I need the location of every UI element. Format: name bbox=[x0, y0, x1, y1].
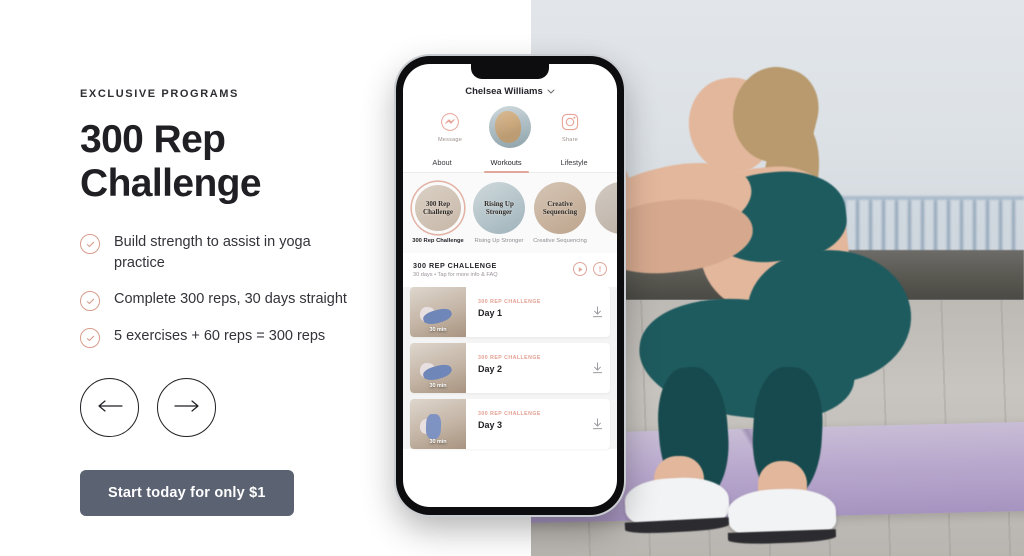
program-section-header: 300 REP CHALLENGE 30 days • Tap for more… bbox=[403, 252, 617, 287]
eyebrow-label: EXCLUSIVE PROGRAMS bbox=[80, 88, 239, 100]
program-thumbnail: 300 Rep Challenge bbox=[412, 182, 464, 234]
tab-workouts[interactable]: Workouts bbox=[483, 158, 529, 173]
program-thumbnail: Fl bbox=[595, 182, 617, 234]
benefit-text: Build strength to assist in yoga practic… bbox=[114, 234, 311, 271]
check-circle-icon bbox=[80, 234, 100, 254]
info-icon[interactable] bbox=[593, 262, 607, 277]
program-label: Rising Up Stronger bbox=[474, 238, 524, 244]
workout-thumbnail: 30 min bbox=[410, 287, 466, 337]
program-label: Creative Sequencing bbox=[533, 238, 587, 244]
duration-badge: 30 min bbox=[429, 327, 447, 333]
carousel-nav bbox=[80, 378, 380, 437]
program-carousel[interactable]: 300 Rep Challenge 300 Rep Challenge Risi… bbox=[403, 173, 617, 253]
instagram-icon bbox=[559, 111, 581, 133]
table-row[interactable]: 30 min 300 REP CHALLENGE Day 2 bbox=[410, 343, 610, 393]
workout-tag: 300 REP CHALLENGE bbox=[478, 299, 541, 305]
list-item: 5 exercises + 60 reps = 300 reps bbox=[80, 326, 380, 348]
program-section-actions bbox=[573, 262, 607, 277]
headline-line-2: Challenge bbox=[80, 162, 262, 205]
workout-tag: 300 REP CHALLENGE bbox=[478, 355, 541, 361]
program-thumbnail-text: Creative Sequencing bbox=[542, 200, 578, 216]
page-stage: EXCLUSIVE PROGRAMS 300 Rep Challenge Bui… bbox=[0, 0, 1024, 556]
start-today-button[interactable]: Start today for only $1 bbox=[80, 470, 294, 516]
profile-actions-row: Message Share bbox=[403, 97, 617, 151]
download-icon[interactable] bbox=[584, 343, 610, 393]
workout-info: 300 REP CHALLENGE Day 3 bbox=[466, 399, 584, 449]
program-thumbnail: Creative Sequencing bbox=[534, 182, 586, 234]
message-label: Message bbox=[437, 137, 463, 143]
workout-info: 300 REP CHALLENGE Day 1 bbox=[466, 287, 584, 337]
workout-thumbnail: 30 min bbox=[410, 399, 466, 449]
tab-lifestyle[interactable]: Lifestyle bbox=[560, 158, 587, 172]
program-item-creative-sequencing[interactable]: Creative Sequencing Creative Sequencing bbox=[533, 182, 587, 246]
workout-title: Day 2 bbox=[478, 364, 503, 374]
list-item: Build strength to assist in yoga practic… bbox=[80, 232, 380, 274]
share-action[interactable]: Share bbox=[547, 111, 593, 143]
app-content: Chelsea Williams Message Share About Wor… bbox=[403, 64, 617, 449]
play-icon[interactable] bbox=[573, 262, 587, 277]
profile-name: Chelsea Williams bbox=[465, 86, 543, 97]
avatar[interactable] bbox=[489, 106, 531, 148]
phone-notch bbox=[471, 64, 549, 79]
app-tabs: About Workouts Lifestyle bbox=[403, 151, 617, 173]
program-item-300-rep-challenge[interactable]: 300 Rep Challenge 300 Rep Challenge bbox=[411, 182, 465, 246]
program-thumbnail-text: Fl bbox=[615, 204, 617, 212]
benefit-text: 5 exercises + 60 reps = 300 reps bbox=[114, 328, 326, 344]
workout-info: 300 REP CHALLENGE Day 2 bbox=[466, 343, 584, 393]
prev-slide-button[interactable] bbox=[80, 378, 139, 437]
message-action[interactable]: Message bbox=[427, 111, 473, 143]
phone-screen: Chelsea Williams Message Share About Wor… bbox=[403, 64, 617, 507]
workout-title: Day 3 bbox=[478, 420, 503, 430]
share-label: Share bbox=[562, 137, 578, 143]
program-section-title: 300 REP CHALLENGE bbox=[413, 260, 497, 270]
tab-about[interactable]: About bbox=[432, 158, 451, 172]
workout-tag: 300 REP CHALLENGE bbox=[478, 411, 541, 417]
page-title: 300 Rep Challenge bbox=[80, 118, 380, 206]
program-section-text: 300 REP CHALLENGE 30 days • Tap for more… bbox=[413, 261, 498, 279]
headline-line-1: 300 Rep bbox=[80, 118, 226, 161]
download-icon[interactable] bbox=[584, 287, 610, 337]
chevron-down-icon bbox=[547, 86, 555, 97]
promo-copy: EXCLUSIVE PROGRAMS 300 Rep Challenge Bui… bbox=[80, 88, 380, 516]
program-label: Fl bbox=[594, 238, 617, 246]
duration-badge: 30 min bbox=[429, 439, 447, 445]
workout-thumbnail: 30 min bbox=[410, 343, 466, 393]
program-thumbnail-text: Rising Up Stronger bbox=[484, 200, 514, 216]
duration-badge: 30 min bbox=[429, 383, 447, 389]
arrow-right-icon bbox=[173, 400, 200, 415]
check-circle-icon bbox=[80, 291, 100, 311]
arrow-left-icon bbox=[97, 400, 123, 415]
benefits-list: Build strength to assist in yoga practic… bbox=[80, 232, 380, 348]
program-section-subtitle: 30 days • Tap for more info & FAQ bbox=[413, 272, 498, 278]
workout-title: Day 1 bbox=[478, 308, 503, 318]
profile-name-header[interactable]: Chelsea Williams bbox=[403, 86, 617, 97]
benefit-text: Complete 300 reps, 30 days straight bbox=[114, 291, 347, 307]
phone-mockup: Chelsea Williams Message Share About Wor… bbox=[396, 56, 624, 515]
list-item: Complete 300 reps, 30 days straight bbox=[80, 289, 380, 311]
check-circle-icon bbox=[80, 328, 100, 348]
workout-list: 30 min 300 REP CHALLENGE Day 1 30 min 30… bbox=[403, 287, 617, 449]
program-thumbnail: Rising Up Stronger bbox=[473, 182, 525, 234]
table-row[interactable]: 30 min 300 REP CHALLENGE Day 1 bbox=[410, 287, 610, 337]
program-item-rising-up-stronger[interactable]: Rising Up Stronger Rising Up Stronger bbox=[472, 182, 526, 246]
next-slide-button[interactable] bbox=[157, 378, 216, 437]
program-label: 300 Rep Challenge bbox=[412, 238, 464, 244]
messenger-icon bbox=[439, 111, 461, 133]
download-icon[interactable] bbox=[584, 399, 610, 449]
program-item-partial[interactable]: Fl Fl bbox=[594, 182, 617, 246]
program-thumbnail-text: 300 Rep Challenge bbox=[423, 200, 453, 216]
table-row[interactable]: 30 min 300 REP CHALLENGE Day 3 bbox=[410, 399, 610, 449]
